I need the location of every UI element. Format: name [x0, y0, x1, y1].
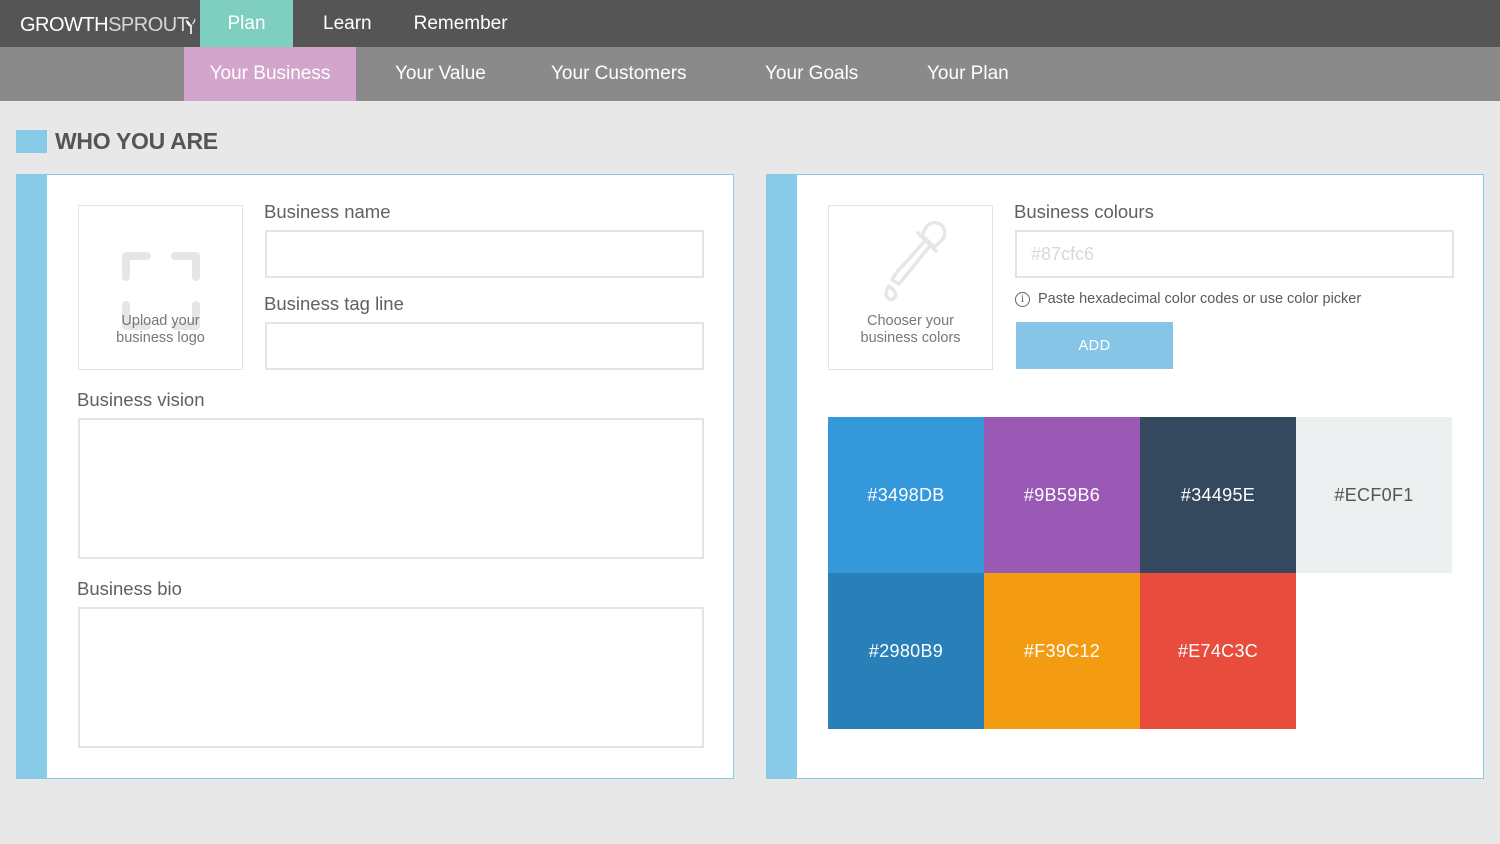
sprout-icon	[186, 18, 196, 34]
business-details-panel: Upload your business logo Business name …	[16, 174, 734, 779]
business-colours-panel: Chooser your business colors Business co…	[766, 174, 1484, 779]
subnav-your-value[interactable]: Your Value	[395, 47, 486, 101]
topnav-remember[interactable]: Remember	[392, 0, 528, 47]
colour-swatch[interactable]: #E74C3C	[1140, 573, 1296, 729]
subnav-your-plan[interactable]: Your Plan	[927, 47, 1009, 101]
colour-swatch-label: #F39C12	[1023, 640, 1101, 661]
colour-swatch-label: #ECF0F1	[1334, 484, 1414, 505]
growthsprout-logo[interactable]: GROWTHSPROUT	[20, 14, 196, 38]
sub-navigation-bar: Your Business Your Value Your Customers …	[0, 47, 1500, 101]
subnav-your-customers[interactable]: Your Customers	[551, 47, 687, 101]
colour-swatch-label: #E74C3C	[1177, 640, 1259, 661]
colour-swatch-label: #9B59B6	[1023, 484, 1101, 505]
eyedropper-icon	[884, 221, 947, 301]
main-nav: Plan Learn Remember	[200, 0, 528, 47]
business-name-label: Business name	[264, 201, 391, 222]
colour-swatch[interactable]: #9B59B6	[984, 417, 1140, 573]
topnav-learn[interactable]: Learn	[293, 0, 392, 47]
colour-swatch[interactable]: #F39C12	[984, 573, 1140, 729]
subnav-your-business[interactable]: Your Business	[184, 47, 356, 101]
colour-hint-text: Paste hexadecimal color codes or use col…	[1038, 291, 1362, 307]
colour-input-hint: i Paste hexadecimal color codes or use c…	[1015, 291, 1361, 307]
business-colours-label: Business colours	[1014, 201, 1154, 222]
upload-logo-line1: Upload your	[121, 313, 200, 329]
business-name-input[interactable]	[265, 230, 704, 278]
colour-swatch-label: #3498DB	[867, 484, 945, 505]
business-bio-label: Business bio	[77, 578, 182, 599]
color-chooser-line1: Chooser your	[866, 313, 955, 329]
business-vision-label: Business vision	[77, 389, 205, 410]
business-tagline-label: Business tag line	[264, 293, 404, 314]
color-chooser-line2: business colors	[860, 330, 961, 346]
add-colour-button[interactable]: ADD	[1016, 322, 1173, 369]
panel-accent-stripe	[767, 175, 797, 778]
colour-hex-input[interactable]	[1015, 230, 1454, 278]
section-title: WHO YOU ARE	[55, 128, 218, 154]
upload-logo-line2: business logo	[116, 330, 205, 346]
section-marker	[16, 130, 47, 153]
colour-swatch[interactable]: #3498DB	[828, 417, 984, 573]
color-chooser-box[interactable]: Chooser your business colors	[828, 205, 993, 370]
upload-logo-box[interactable]: Upload your business logo	[78, 205, 243, 370]
panel-accent-stripe	[17, 175, 47, 778]
business-tagline-input[interactable]	[265, 322, 704, 370]
info-icon: i	[1015, 291, 1030, 307]
logo-text-growth: GROWTH	[20, 14, 109, 36]
business-bio-textarea[interactable]	[78, 607, 704, 748]
colour-swatch[interactable]: #ECF0F1	[1296, 417, 1452, 573]
top-navigation-bar: GROWTHSPROUT Plan Learn Remember	[0, 0, 1500, 47]
topnav-plan[interactable]: Plan	[200, 0, 293, 47]
colour-swatch-label: #2980B9	[868, 640, 944, 661]
business-vision-textarea[interactable]	[78, 418, 704, 559]
subnav-your-goals[interactable]: Your Goals	[765, 47, 858, 101]
colour-swatch-label: #34495E	[1180, 484, 1256, 505]
logo-text-sprout: SPROUT	[108, 14, 189, 36]
colour-swatch[interactable]: #2980B9	[828, 573, 984, 729]
colour-swatch[interactable]: #34495E	[1140, 417, 1296, 573]
